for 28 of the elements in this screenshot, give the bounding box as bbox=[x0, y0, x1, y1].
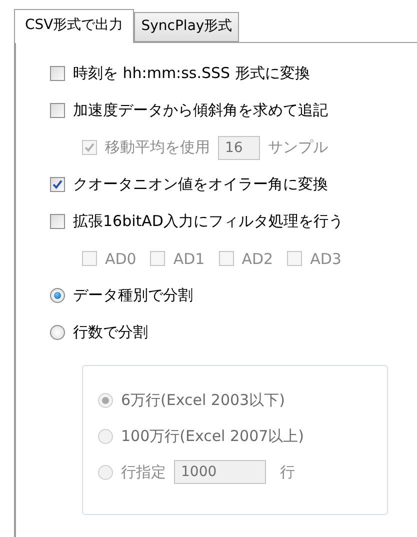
option-label: クオータニオン値をオイラー角に変換 bbox=[73, 175, 328, 194]
option-label: 100万行(Excel 2007以上) bbox=[121, 426, 304, 446]
option-label: 移動平均を使用 bbox=[105, 138, 210, 157]
option-label: 行指定 bbox=[121, 462, 166, 482]
option-label: 拡張16bitAD入力にフィルタ処理を行う bbox=[73, 212, 344, 231]
tab[interactable]: SyncPlay形式 bbox=[134, 12, 240, 42]
radio-button[interactable] bbox=[50, 325, 65, 340]
checkbox[interactable] bbox=[50, 103, 65, 118]
option-label: 6万行(Excel 2003以下) bbox=[121, 390, 285, 410]
channel-label: AD0 bbox=[105, 250, 136, 268]
channel-label: AD2 bbox=[242, 250, 274, 268]
radio-button[interactable] bbox=[50, 288, 65, 303]
channel-label: AD1 bbox=[173, 250, 205, 268]
channel-label: AD3 bbox=[310, 250, 342, 268]
checkbox[interactable] bbox=[50, 214, 65, 229]
option-label: データ種別で分割 bbox=[73, 286, 193, 305]
option-label: 行数で分割 bbox=[73, 323, 148, 342]
checkmark-icon bbox=[52, 179, 63, 190]
checkmark-icon bbox=[84, 142, 95, 153]
radio-dot-icon bbox=[54, 292, 61, 299]
checkbox[interactable] bbox=[50, 66, 65, 81]
tab[interactable]: CSV形式で出力 bbox=[14, 9, 134, 43]
option-label: 時刻を hh:mm:ss.SSS 形式に変換 bbox=[73, 64, 310, 83]
option-label: 加速度データから傾斜角を求めて追記 bbox=[73, 101, 328, 120]
unit-label: 行 bbox=[280, 462, 295, 482]
checkbox[interactable] bbox=[50, 177, 65, 192]
radio-dot-icon bbox=[102, 396, 109, 404]
unit-label: サンプル bbox=[268, 138, 328, 157]
